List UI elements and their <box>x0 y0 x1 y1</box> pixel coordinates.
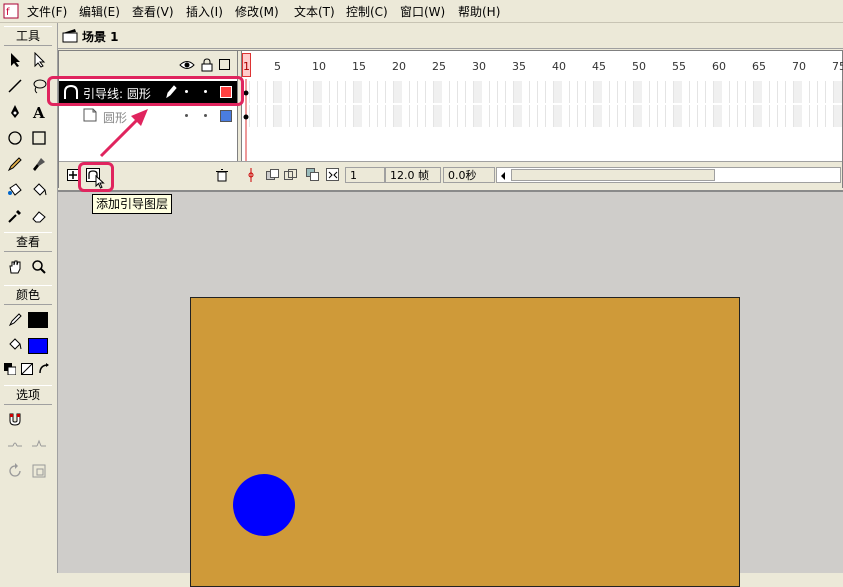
rotate-option-icon[interactable] <box>4 460 26 482</box>
tick-label: 5 <box>274 60 281 73</box>
menu-file[interactable]: 文件(F) <box>27 3 67 20</box>
stage-area <box>58 190 843 587</box>
layer-color-swatch[interactable] <box>220 110 232 122</box>
text-tool-icon[interactable]: A <box>28 101 50 123</box>
no-color-icon[interactable] <box>19 361 35 377</box>
tick-label: 70 <box>792 60 806 73</box>
stroke-color-swatch[interactable] <box>28 312 48 328</box>
svg-text:A: A <box>32 104 45 120</box>
scale-option-icon[interactable] <box>28 460 50 482</box>
hand-tool-icon[interactable] <box>4 256 26 278</box>
tick-label: 15 <box>352 60 366 73</box>
frame-ruler[interactable]: 1 5 10 15 20 25 30 35 40 45 50 55 60 65 … <box>242 51 843 80</box>
fill-color-bucket-icon <box>4 334 26 356</box>
blue-circle-shape[interactable] <box>233 474 295 536</box>
frame-grid[interactable] <box>242 79 842 161</box>
stage-canvas[interactable] <box>190 297 740 587</box>
tools-title: 工具 <box>4 26 52 46</box>
menu-bar: f 文件(F) 编辑(E) 查看(V) 插入(I) 修改(M) 文本(T) 控制… <box>0 0 843 23</box>
arrow-annotation-icon <box>96 104 156 167</box>
menu-edit[interactable]: 编辑(E) <box>79 3 120 20</box>
menu-control[interactable]: 控制(C) <box>346 3 388 20</box>
tick-label: 10 <box>312 60 326 73</box>
layer-page-icon <box>83 108 97 125</box>
onion-skin-icon[interactable] <box>266 168 280 185</box>
oval-tool-icon[interactable] <box>4 127 26 149</box>
pencil-tool-icon[interactable] <box>4 153 26 175</box>
stroke-color-pencil-icon <box>4 308 26 330</box>
onion-outline-icon[interactable] <box>284 168 298 185</box>
tick-label: 60 <box>712 60 726 73</box>
elapsed-time-field: 0.0秒 <box>443 167 495 183</box>
tick-label: 1 <box>243 60 250 73</box>
tick-label: 65 <box>752 60 766 73</box>
color-section-title: 颜色 <box>4 285 52 305</box>
smooth-option-icon[interactable] <box>4 434 26 456</box>
timeline-panel: 引导线: 圆形 圆形 1 5 10 15 20 25 30 35 40 45 5… <box>58 50 843 189</box>
trash-icon[interactable] <box>216 169 228 185</box>
modify-onion-markers-icon[interactable] <box>326 168 340 185</box>
scene-clapper-icon <box>62 27 78 46</box>
show-hide-eye-icon[interactable] <box>179 59 195 74</box>
snap-magnet-icon[interactable] <box>4 408 26 430</box>
menu-window[interactable]: 窗口(W) <box>400 3 445 20</box>
tooltip: 添加引导图层 <box>92 194 173 214</box>
menu-modify[interactable]: 修改(M) <box>235 3 279 20</box>
scene-bar: 场景 1 <box>58 23 843 49</box>
lock-icon[interactable] <box>201 58 213 75</box>
tick-label: 25 <box>432 60 446 73</box>
default-colors-icon[interactable] <box>2 361 18 377</box>
eyedropper-tool-icon[interactable] <box>4 205 26 227</box>
menu-view[interactable]: 查看(V) <box>132 3 174 20</box>
brush-tool-icon[interactable] <box>28 153 50 175</box>
rectangle-tool-icon[interactable] <box>28 127 50 149</box>
menu-insert[interactable]: 插入(I) <box>186 3 223 20</box>
tick-label: 20 <box>392 60 406 73</box>
view-section-title: 查看 <box>4 232 52 252</box>
center-frame-icon[interactable] <box>246 168 256 185</box>
pen-tool-icon[interactable] <box>4 101 26 123</box>
tick-label: 45 <box>592 60 606 73</box>
svg-text:f: f <box>6 7 10 18</box>
menu-help[interactable]: 帮助(H) <box>458 3 500 20</box>
ink-bottle-tool-icon[interactable] <box>4 179 26 201</box>
straighten-option-icon[interactable] <box>28 434 50 456</box>
tick-label: 75 <box>832 60 843 73</box>
subselect-tool-icon[interactable] <box>28 49 50 71</box>
swap-colors-icon[interactable] <box>36 361 52 377</box>
lock-dot[interactable] <box>204 114 207 117</box>
fill-color-swatch[interactable] <box>28 338 48 354</box>
outline-toggle-icon[interactable] <box>219 59 230 70</box>
scroll-left-arrow-icon[interactable] <box>499 170 507 184</box>
current-frame-field[interactable]: 1 <box>345 167 385 183</box>
line-tool-icon[interactable] <box>4 75 26 97</box>
eraser-tool-icon[interactable] <box>28 205 50 227</box>
zoom-tool-icon[interactable] <box>28 256 50 278</box>
arrow-tool-icon[interactable] <box>4 49 26 71</box>
options-section-title: 选项 <box>4 385 52 405</box>
tick-label: 30 <box>472 60 486 73</box>
tick-label: 50 <box>632 60 646 73</box>
tick-label: 35 <box>512 60 526 73</box>
tick-label: 55 <box>672 60 686 73</box>
tick-label: 40 <box>552 60 566 73</box>
timeline-toolbar: 1 12.0 帧 0.0秒 <box>59 161 842 189</box>
timeline-hscrollbar[interactable] <box>496 167 841 183</box>
visibility-dot[interactable] <box>185 114 188 117</box>
guide-layer-highlight <box>47 76 244 106</box>
tools-panel: 工具 A 查看 颜色 选项 <box>0 23 58 573</box>
menu-text[interactable]: 文本(T) <box>294 3 335 20</box>
paint-bucket-tool-icon[interactable] <box>28 179 50 201</box>
frame-rate-field[interactable]: 12.0 帧 <box>385 167 441 183</box>
scene-title[interactable]: 场景 1 <box>82 28 119 45</box>
edit-multiple-frames-icon[interactable] <box>306 168 320 185</box>
scroll-thumb[interactable] <box>511 169 715 181</box>
flash-app-icon[interactable]: f <box>3 3 19 19</box>
